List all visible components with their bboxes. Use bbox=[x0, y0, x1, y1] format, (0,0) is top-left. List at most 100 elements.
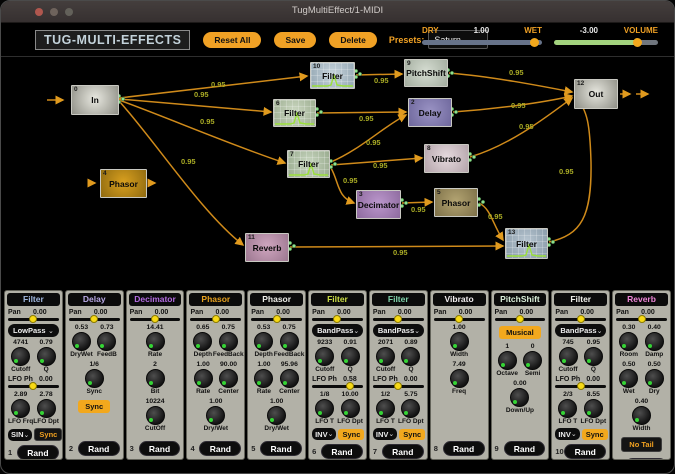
sync-button[interactable]: Sync bbox=[78, 400, 110, 413]
knob-octave[interactable] bbox=[498, 351, 517, 370]
delete-button[interactable]: Delete bbox=[329, 32, 377, 48]
sync-button[interactable]: Sync bbox=[34, 428, 62, 441]
knob-q[interactable] bbox=[401, 347, 420, 366]
knob-depth[interactable] bbox=[254, 332, 273, 351]
sync-button[interactable]: Sync bbox=[338, 429, 364, 440]
pan-slider[interactable]: Pan0.00 bbox=[434, 309, 485, 321]
node-out-12[interactable]: 12Out bbox=[574, 79, 618, 109]
rand-button[interactable]: Rand bbox=[260, 441, 302, 456]
lfo-ph-slider[interactable]: LFO Ph0.00 bbox=[373, 376, 424, 388]
lfo-ph-slider[interactable]: LFO Ph0.00 bbox=[555, 376, 606, 388]
rand-button[interactable]: Rand bbox=[321, 444, 363, 459]
lfo-ph-track[interactable] bbox=[555, 385, 606, 388]
node-in-0[interactable]: 0In bbox=[71, 85, 119, 115]
dropdown-sin[interactable]: SIN⌄ bbox=[8, 429, 32, 441]
knob-q[interactable] bbox=[341, 347, 360, 366]
dropdown-inv[interactable]: INV⌄ bbox=[312, 428, 336, 440]
node-pitchshift-9[interactable]: 9PitchShift bbox=[404, 59, 448, 87]
dropdown-inv[interactable]: INV⌄ bbox=[555, 428, 579, 440]
knob-lfo-dpt[interactable] bbox=[37, 399, 56, 418]
knob-cutoff[interactable] bbox=[146, 406, 165, 425]
slider-thumb[interactable] bbox=[346, 382, 354, 390]
save-button[interactable]: Save bbox=[274, 32, 316, 48]
knob-width[interactable] bbox=[450, 332, 469, 351]
node-reverb-11[interactable]: 11Reverb bbox=[245, 233, 289, 262]
slider-thumb[interactable] bbox=[212, 315, 220, 323]
slider-thumb[interactable] bbox=[394, 382, 402, 390]
node-delay-2[interactable]: 2Delay bbox=[408, 98, 452, 127]
knob-feedback[interactable] bbox=[280, 332, 299, 351]
pan-slider[interactable]: Pan0.00 bbox=[190, 309, 241, 321]
knob-wet[interactable] bbox=[619, 369, 638, 388]
knob-lfo-dpt[interactable] bbox=[584, 399, 603, 418]
pan-track[interactable] bbox=[373, 318, 424, 321]
pan-track[interactable] bbox=[434, 318, 485, 321]
knob-center[interactable] bbox=[219, 369, 238, 388]
knob-drywet[interactable] bbox=[72, 332, 91, 351]
knob-feedb[interactable] bbox=[97, 332, 116, 351]
rand-button[interactable]: Rand bbox=[17, 445, 59, 460]
rand-button[interactable]: Rand bbox=[504, 441, 546, 456]
slider-thumb[interactable] bbox=[29, 315, 37, 323]
knob-lfo-t[interactable] bbox=[315, 399, 334, 418]
dropdown-bandpass[interactable]: BandPass⌄ bbox=[373, 324, 424, 337]
pan-track[interactable] bbox=[190, 318, 241, 321]
dropdown-inv[interactable]: INV⌄ bbox=[373, 428, 397, 440]
knob-lfo-dpt[interactable] bbox=[401, 399, 420, 418]
pan-track[interactable] bbox=[130, 318, 181, 321]
node-filter-6[interactable]: 6Filter bbox=[273, 99, 316, 127]
dropdown-lowpass[interactable]: LowPass⌄ bbox=[8, 324, 59, 337]
knob-cutoff[interactable] bbox=[315, 347, 334, 366]
pan-slider[interactable]: Pan0.00 bbox=[251, 309, 302, 321]
knob-rate[interactable] bbox=[146, 332, 165, 351]
pan-slider[interactable]: Pan0.00 bbox=[373, 309, 424, 321]
slider-thumb[interactable] bbox=[273, 315, 281, 323]
knob-depth[interactable] bbox=[193, 332, 212, 351]
knob-freq[interactable] bbox=[450, 369, 469, 388]
node-decimator-3[interactable]: 3Decimator bbox=[356, 190, 401, 219]
slider-thumb[interactable] bbox=[455, 315, 463, 323]
pan-slider[interactable]: Pan0.00 bbox=[312, 309, 363, 321]
knob-dry-wet[interactable] bbox=[206, 406, 225, 425]
pan-track[interactable] bbox=[616, 318, 667, 321]
rand-button[interactable]: Rand bbox=[564, 444, 606, 459]
pan-slider[interactable]: Pan0.00 bbox=[8, 309, 59, 321]
knob-room[interactable] bbox=[619, 332, 638, 351]
pan-slider[interactable]: Pan0.00 bbox=[69, 309, 120, 321]
knob-down-up[interactable] bbox=[510, 388, 529, 407]
knob-center[interactable] bbox=[280, 369, 299, 388]
knob-rate[interactable] bbox=[194, 369, 213, 388]
lfo-ph-track[interactable] bbox=[8, 385, 59, 388]
knob-lfo-dpt[interactable] bbox=[341, 399, 360, 418]
knob-dry-wet[interactable] bbox=[267, 406, 286, 425]
rand-button[interactable]: Rand bbox=[139, 441, 181, 456]
drywet-slider-thumb[interactable] bbox=[530, 38, 539, 47]
slider-thumb[interactable] bbox=[151, 315, 159, 323]
lfo-ph-track[interactable] bbox=[373, 385, 424, 388]
node-filter-13[interactable]: 13Filter bbox=[505, 228, 548, 259]
slider-thumb[interactable] bbox=[638, 315, 646, 323]
knob-cutoff[interactable] bbox=[11, 347, 30, 366]
slider-thumb[interactable] bbox=[516, 315, 524, 323]
node-phasor-5[interactable]: 5Phasor bbox=[434, 188, 478, 217]
node-phasor-4[interactable]: 4Phasor bbox=[100, 169, 147, 198]
dropdown-bandpass[interactable]: BandPass⌄ bbox=[312, 324, 363, 337]
knob-cutoff[interactable] bbox=[559, 347, 578, 366]
musical-button[interactable]: Musical bbox=[499, 326, 541, 339]
sync-button[interactable]: Sync bbox=[399, 429, 425, 440]
knob-lfo-t[interactable] bbox=[558, 399, 577, 418]
knob-rate[interactable] bbox=[254, 369, 273, 388]
volume-slider[interactable] bbox=[554, 40, 658, 45]
pan-track[interactable] bbox=[555, 318, 606, 321]
reset-all-button[interactable]: Reset All bbox=[203, 32, 261, 48]
knob-q[interactable] bbox=[37, 347, 56, 366]
rand-button[interactable]: Rand bbox=[443, 441, 485, 456]
slider-thumb[interactable] bbox=[577, 382, 585, 390]
pan-track[interactable] bbox=[8, 318, 59, 321]
slider-thumb[interactable] bbox=[577, 315, 585, 323]
lfo-ph-slider[interactable]: LFO Ph0.58 bbox=[312, 376, 363, 388]
knob-width[interactable] bbox=[632, 406, 651, 425]
pan-slider[interactable]: Pan0.00 bbox=[495, 309, 546, 321]
pan-slider[interactable]: Pan0.00 bbox=[130, 309, 181, 321]
slider-thumb[interactable] bbox=[394, 315, 402, 323]
